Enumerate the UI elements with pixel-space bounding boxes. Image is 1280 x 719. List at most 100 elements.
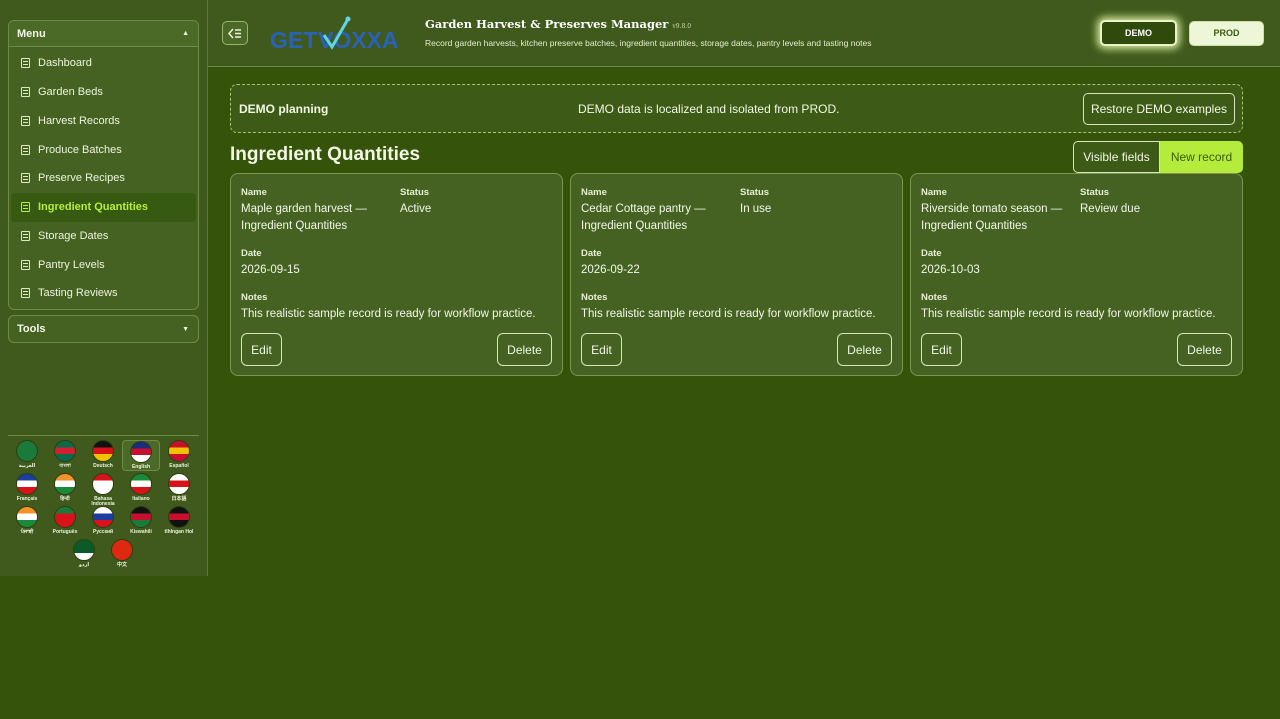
language-option[interactable]: বাংলা bbox=[46, 440, 84, 469]
sidebar-item-produce-batches[interactable]: Produce Batches bbox=[11, 135, 196, 164]
demo-banner: DEMO planning DEMO data is localized and… bbox=[230, 84, 1243, 133]
logo-text-get: GET bbox=[270, 27, 317, 53]
language-label: tlhIngan Hol bbox=[164, 529, 194, 535]
flag-icon bbox=[92, 440, 114, 462]
record-card: Name Status Riverside tomato season — Ingre… bbox=[910, 173, 1243, 376]
name-label: Name bbox=[241, 187, 267, 198]
language-option[interactable]: 中文 bbox=[103, 539, 141, 568]
language-label: اردو bbox=[78, 562, 90, 568]
sidebar-item-label: Produce Batches bbox=[38, 143, 122, 156]
flag-icon bbox=[130, 506, 152, 528]
language-label: English bbox=[131, 464, 151, 470]
language-label: ਪੰਜਾਬੀ bbox=[20, 529, 34, 535]
document-icon bbox=[21, 115, 30, 126]
record-name: Maple garden harvest — Ingredient Quantit… bbox=[241, 203, 367, 232]
notes-label: Notes bbox=[581, 292, 608, 303]
language-option[interactable]: اردو bbox=[65, 539, 103, 568]
language-label: বাংলা bbox=[59, 463, 71, 469]
sidebar-item-pantry-levels[interactable]: Pantry Levels bbox=[11, 250, 196, 279]
collapse-sidebar-button[interactable] bbox=[222, 21, 248, 45]
language-option[interactable]: Português bbox=[46, 506, 84, 535]
language-label: Español bbox=[169, 463, 189, 469]
language-label: हिन्दी bbox=[60, 496, 70, 502]
record-notes: This realistic sample record is ready fo… bbox=[581, 308, 876, 320]
sidebar-item-tasting-reviews[interactable]: Tasting Reviews bbox=[11, 279, 196, 308]
flag-icon bbox=[16, 440, 38, 462]
record-status: In use bbox=[740, 203, 772, 215]
banner-message: DEMO data is localized and isolated from… bbox=[578, 102, 840, 116]
env-demo-button[interactable]: DEMO bbox=[1100, 20, 1177, 46]
page-title: Ingredient Quantities bbox=[230, 144, 421, 165]
language-option[interactable]: Español bbox=[160, 440, 198, 469]
language-option[interactable]: Русский bbox=[84, 506, 122, 535]
delete-button[interactable]: Delete bbox=[1177, 333, 1232, 366]
sidebar-item-label: Dashboard bbox=[38, 57, 92, 70]
visible-fields-button[interactable]: Visible fields bbox=[1073, 141, 1160, 173]
record-name: Riverside tomato season — Ingredient Quan… bbox=[921, 203, 1063, 232]
language-label: Français bbox=[16, 496, 38, 502]
record-date: 2026-09-22 bbox=[581, 264, 640, 276]
menu-header[interactable]: Menu ▲ bbox=[9, 21, 198, 47]
language-option[interactable]: English bbox=[122, 440, 160, 471]
sidebar-item-garden-beds[interactable]: Garden Beds bbox=[11, 78, 196, 107]
tools-header[interactable]: Tools ▼ bbox=[9, 316, 198, 342]
language-option[interactable]: 日本語 bbox=[160, 473, 198, 502]
language-option[interactable]: Français bbox=[8, 473, 46, 502]
env-prod-button[interactable]: PROD bbox=[1189, 21, 1264, 46]
document-icon bbox=[21, 202, 30, 213]
flag-icon bbox=[92, 506, 114, 528]
edit-button[interactable]: Edit bbox=[241, 333, 282, 366]
document-icon bbox=[21, 173, 30, 184]
flag-icon bbox=[92, 473, 114, 495]
language-label: Русский bbox=[92, 529, 114, 535]
language-label: العربية bbox=[18, 463, 36, 469]
language-label: Português bbox=[52, 529, 78, 535]
date-label: Date bbox=[581, 248, 602, 259]
document-icon bbox=[21, 144, 30, 155]
language-option[interactable]: Bahasa Indonesia bbox=[84, 473, 122, 507]
sidebar-item-label: Tasting Reviews bbox=[38, 287, 118, 300]
language-label: Italiano bbox=[132, 496, 150, 502]
language-option[interactable]: Kiswahili bbox=[122, 506, 160, 535]
record-name: Cedar Cottage pantry — Ingredient Quantit… bbox=[581, 203, 706, 232]
date-label: Date bbox=[241, 248, 262, 259]
status-label: Status bbox=[740, 187, 770, 198]
collapse-icon bbox=[228, 28, 241, 38]
status-label: Status bbox=[1080, 187, 1110, 198]
sidebar-item-harvest-records[interactable]: Harvest Records bbox=[11, 107, 196, 136]
sidebar-item-ingredient-quantities[interactable]: Ingredient Quantities bbox=[11, 192, 196, 222]
edit-button[interactable]: Edit bbox=[921, 333, 962, 366]
record-status: Active bbox=[400, 203, 432, 215]
flag-icon bbox=[54, 440, 76, 462]
language-option[interactable]: العربية bbox=[8, 440, 46, 469]
sidebar-item-storage-dates[interactable]: Storage Dates bbox=[11, 222, 196, 251]
language-label: Kiswahili bbox=[130, 529, 152, 535]
sidebar-item-label: Preserve Recipes bbox=[38, 172, 125, 185]
language-option[interactable]: हिन्दी bbox=[46, 473, 84, 502]
language-option[interactable]: Italiano bbox=[122, 473, 160, 502]
app-title: Garden Harvest & Preserves Manager v9.8.0 bbox=[425, 17, 691, 31]
sidebar-item-dashboard[interactable]: Dashboard bbox=[11, 49, 196, 78]
restore-demo-button[interactable]: Restore DEMO examples bbox=[1083, 93, 1235, 125]
language-option[interactable]: Deutsch bbox=[84, 440, 122, 469]
flag-icon bbox=[168, 440, 190, 462]
sidebar-item-label: Pantry Levels bbox=[38, 258, 105, 271]
language-label: 日本語 bbox=[171, 496, 187, 502]
record-notes: This realistic sample record is ready fo… bbox=[241, 308, 536, 320]
document-icon bbox=[21, 259, 30, 270]
getvoxxa-logo: GET VOXXA bbox=[268, 13, 413, 55]
delete-button[interactable]: Delete bbox=[497, 333, 552, 366]
new-record-button[interactable]: New record bbox=[1160, 141, 1243, 173]
tools-title: Tools bbox=[17, 323, 46, 335]
language-option[interactable]: ਪੰਜਾਬੀ bbox=[8, 506, 46, 535]
language-option[interactable]: tlhIngan Hol bbox=[160, 506, 198, 535]
delete-button[interactable]: Delete bbox=[837, 333, 892, 366]
document-icon bbox=[21, 58, 30, 69]
sidebar-item-label: Ingredient Quantities bbox=[38, 201, 149, 214]
app-title-text: Garden Harvest & Preserves Manager bbox=[425, 17, 669, 31]
sidebar-item-preserve-recipes[interactable]: Preserve Recipes bbox=[11, 164, 196, 193]
flag-icon bbox=[111, 539, 133, 561]
edit-button[interactable]: Edit bbox=[581, 333, 622, 366]
notes-label: Notes bbox=[241, 292, 268, 303]
record-card: Name Status Cedar Cottage pantry — Ingredie… bbox=[570, 173, 903, 376]
